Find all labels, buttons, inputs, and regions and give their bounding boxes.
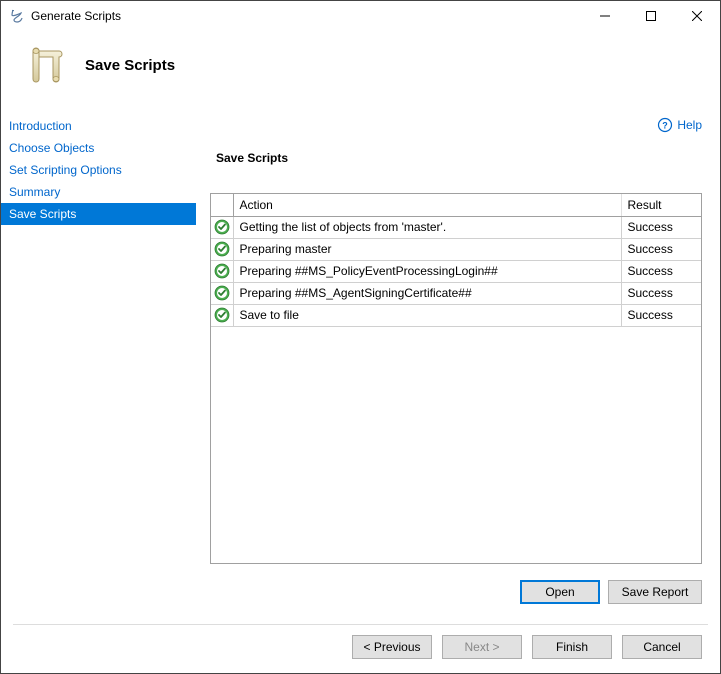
sidebar-item-choose-objects[interactable]: Choose Objects	[1, 137, 196, 159]
sidebar-item-introduction[interactable]: Introduction	[1, 115, 196, 137]
sidebar-item-set-scripting-options[interactable]: Set Scripting Options	[1, 159, 196, 181]
sidebar-item-label: Introduction	[9, 119, 72, 133]
help-link[interactable]: Help	[677, 118, 702, 132]
success-icon	[211, 304, 233, 326]
table-row[interactable]: Save to fileSuccess	[211, 304, 701, 326]
titlebar: Generate Scripts	[1, 1, 720, 31]
wizard-body: Introduction Choose Objects Set Scriptin…	[1, 109, 720, 618]
result-cell: Success	[621, 260, 701, 282]
action-cell: Preparing ##MS_PolicyEventProcessingLogi…	[233, 260, 621, 282]
success-icon	[211, 216, 233, 238]
sidebar-item-save-scripts[interactable]: Save Scripts	[1, 203, 196, 225]
table-row[interactable]: Preparing masterSuccess	[211, 238, 701, 260]
result-cell: Success	[621, 282, 701, 304]
results-table: Action Result Getting the list of object…	[210, 193, 702, 564]
action-cell: Preparing master	[233, 238, 621, 260]
page-title: Save Scripts	[85, 57, 175, 74]
result-cell: Success	[621, 238, 701, 260]
window-title: Generate Scripts	[31, 9, 121, 23]
action-cell: Save to file	[233, 304, 621, 326]
action-cell: Getting the list of objects from 'master…	[233, 216, 621, 238]
scroll-icon	[21, 41, 69, 89]
wizard-header: Save Scripts	[1, 31, 720, 109]
open-button[interactable]: Open	[520, 580, 600, 604]
next-button[interactable]: Next >	[442, 635, 522, 659]
help-icon: ?	[657, 117, 673, 133]
sidebar-item-summary[interactable]: Summary	[1, 181, 196, 203]
result-column-header: Result	[621, 194, 701, 216]
action-column-header: Action	[233, 194, 621, 216]
close-button[interactable]	[674, 1, 720, 31]
table-row[interactable]: Preparing ##MS_AgentSigningCertificate##…	[211, 282, 701, 304]
table-header-row: Action Result	[211, 194, 701, 216]
finish-button[interactable]: Finish	[532, 635, 612, 659]
section-title: Save Scripts	[210, 151, 702, 165]
table-row[interactable]: Preparing ##MS_PolicyEventProcessingLogi…	[211, 260, 701, 282]
content-panel: ? Help Save Scripts Action Result Gettin	[196, 109, 720, 618]
app-icon	[9, 8, 25, 24]
status-column-header	[211, 194, 233, 216]
result-cell: Success	[621, 304, 701, 326]
svg-text:?: ?	[663, 121, 669, 131]
wizard-footer: < Previous Next > Finish Cancel	[1, 625, 720, 673]
sidebar: Introduction Choose Objects Set Scriptin…	[1, 109, 196, 618]
help-row: ? Help	[210, 117, 702, 151]
previous-button[interactable]: < Previous	[352, 635, 432, 659]
sidebar-item-label: Save Scripts	[9, 207, 76, 221]
save-report-button[interactable]: Save Report	[608, 580, 702, 604]
sidebar-item-label: Set Scripting Options	[9, 163, 122, 177]
success-icon	[211, 282, 233, 304]
table-row[interactable]: Getting the list of objects from 'master…	[211, 216, 701, 238]
sidebar-item-label: Summary	[9, 185, 60, 199]
window-controls	[582, 1, 720, 31]
titlebar-left: Generate Scripts	[9, 8, 121, 24]
action-cell: Preparing ##MS_AgentSigningCertificate##	[233, 282, 621, 304]
minimize-button[interactable]	[582, 1, 628, 31]
success-icon	[211, 260, 233, 282]
wizard-window: Generate Scripts	[0, 0, 721, 674]
success-icon	[211, 238, 233, 260]
maximize-button[interactable]	[628, 1, 674, 31]
result-cell: Success	[621, 216, 701, 238]
cancel-button[interactable]: Cancel	[622, 635, 702, 659]
sidebar-item-label: Choose Objects	[9, 141, 94, 155]
content-actions: Open Save Report	[210, 564, 702, 610]
